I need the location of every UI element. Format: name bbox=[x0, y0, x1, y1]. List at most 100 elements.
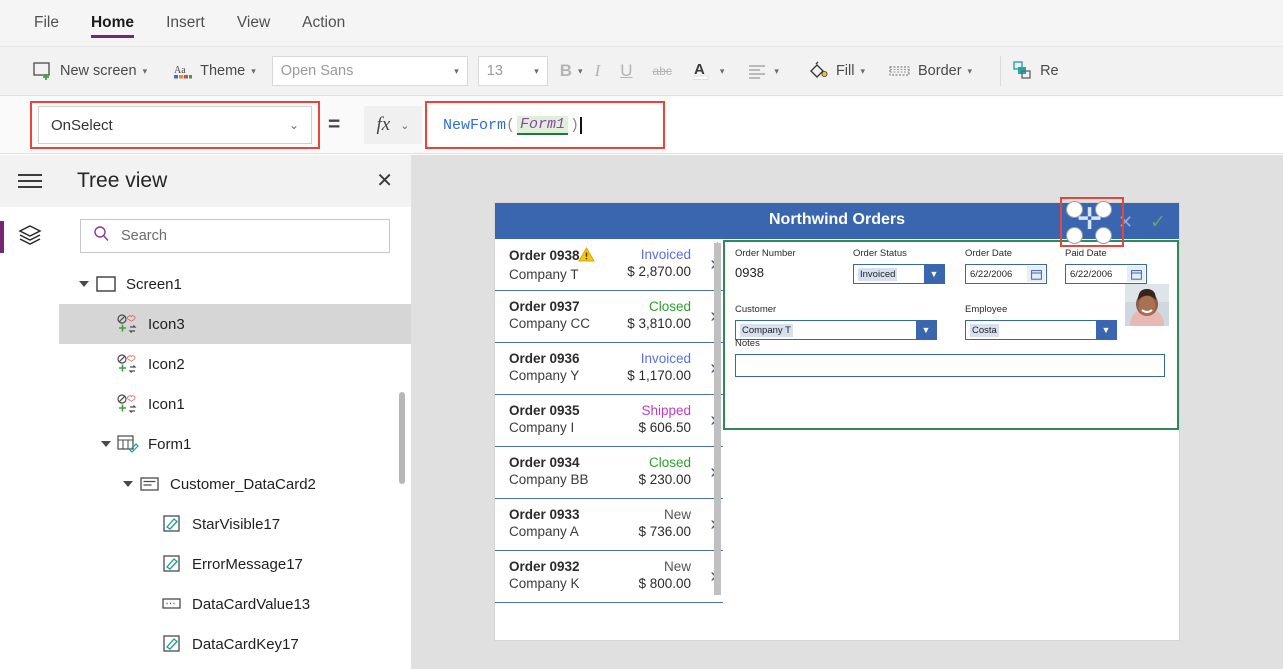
gallery-item[interactable]: Order 0935Company IShipped$ 606.50› bbox=[495, 395, 723, 447]
search-input[interactable]: Search bbox=[80, 219, 390, 253]
formula-bar-empty-area bbox=[665, 97, 1283, 153]
order-status-dropdown[interactable]: Invoiced ▼ bbox=[853, 264, 945, 284]
close-icon[interactable]: ✕ bbox=[376, 171, 393, 191]
order-amount: $ 736.00 bbox=[638, 524, 691, 539]
add-icon[interactable]: ✛ bbox=[1077, 205, 1102, 235]
formula-function-name: NewForm bbox=[443, 117, 506, 134]
tree-item-datacardkey17[interactable]: DataCardKey17 bbox=[59, 624, 411, 664]
tree-item-icon1[interactable]: Icon1 bbox=[59, 384, 411, 424]
tree-item-label: StarVisible17 bbox=[192, 516, 280, 533]
expand-collapse-icon[interactable] bbox=[119, 481, 137, 487]
hamburger-menu-button[interactable] bbox=[0, 155, 59, 207]
font-size-value: 13 bbox=[487, 63, 503, 79]
textinput-icon bbox=[159, 598, 185, 610]
order-number-value: 0938 bbox=[735, 265, 764, 280]
expand-collapse-icon[interactable] bbox=[97, 441, 115, 447]
checkmark-icon[interactable]: ✓ bbox=[1150, 211, 1166, 234]
customer-dropdown[interactable]: Company T ▼ bbox=[735, 320, 937, 340]
datacard-icon bbox=[137, 476, 163, 492]
tree-item-screen1[interactable]: Screen1 bbox=[59, 264, 411, 304]
border-button[interactable]: Border ▾ bbox=[889, 63, 972, 79]
chevron-down-icon: ▾ bbox=[968, 66, 973, 77]
align-button[interactable]: ▾ bbox=[748, 63, 779, 79]
search-icon bbox=[93, 225, 110, 247]
tree-item-icon3[interactable]: Icon3 bbox=[59, 304, 411, 344]
font-size-select[interactable]: 13 ▾ bbox=[478, 56, 548, 86]
equals-sign: = bbox=[328, 113, 340, 137]
tree-list: Screen1Icon3Icon2Icon1Form1Customer_Data… bbox=[59, 264, 411, 664]
order-status-text: Invoiced bbox=[627, 247, 691, 262]
notes-input[interactable] bbox=[735, 354, 1165, 377]
underline-button[interactable]: U bbox=[620, 61, 632, 81]
bold-button[interactable]: B ▾ bbox=[560, 61, 583, 81]
calendar-icon bbox=[1027, 266, 1045, 282]
order-amount: $ 606.50 bbox=[638, 420, 691, 435]
gallery-item[interactable]: Order 0937Company CCClosed$ 3,810.00› bbox=[495, 291, 723, 343]
calendar-icon bbox=[1127, 266, 1145, 282]
label-edit-icon bbox=[159, 555, 185, 573]
order-date-label: Order Date bbox=[965, 248, 1012, 259]
chevron-down-icon: ▼ bbox=[924, 265, 944, 283]
order-status-text: Invoiced bbox=[627, 351, 691, 366]
new-screen-icon bbox=[33, 62, 53, 80]
font-color-button[interactable]: A ▾ bbox=[692, 59, 725, 83]
gallery-item[interactable]: Order 0932Company KNew$ 800.00› bbox=[495, 551, 723, 603]
property-select[interactable]: OnSelect ⌄ bbox=[38, 106, 312, 144]
tree-scrollbar[interactable] bbox=[399, 392, 405, 484]
ribbon-divider bbox=[1000, 56, 1001, 86]
italic-button[interactable]: I bbox=[595, 61, 601, 81]
theme-button[interactable]: Aa Theme ▾ bbox=[173, 62, 256, 80]
fill-button[interactable]: Fill ▾ bbox=[807, 60, 865, 82]
fx-button[interactable]: fx ⌄ bbox=[364, 106, 422, 144]
tree-item-starvisible17[interactable]: StarVisible17 bbox=[59, 504, 411, 544]
gallery-item[interactable]: Order 0936Company YInvoiced$ 1,170.00› bbox=[495, 343, 723, 395]
chevron-down-icon: ▼ bbox=[1096, 321, 1116, 339]
power-apps-studio: File Home Insert View Action New screen … bbox=[0, 0, 1283, 669]
tree-item-label: DataCardValue13 bbox=[192, 596, 310, 613]
tree-item-form1[interactable]: Form1 bbox=[59, 424, 411, 464]
border-icon bbox=[889, 63, 911, 79]
strikethrough-button[interactable]: abc bbox=[653, 64, 672, 78]
order-amount: $ 1,170.00 bbox=[627, 368, 691, 383]
order-status-text: New bbox=[638, 507, 691, 522]
tree-item-customer_datacard2[interactable]: Customer_DataCard2 bbox=[59, 464, 411, 504]
ribbon-toolbar: New screen ▾ Aa Theme ▾ Open Sans ▾ 13 ▾… bbox=[0, 47, 1283, 96]
chevron-down-icon: ▾ bbox=[860, 66, 865, 77]
formula-identifier: Form1 bbox=[517, 116, 568, 135]
font-family-select[interactable]: Open Sans ▾ bbox=[272, 56, 468, 86]
employee-dropdown[interactable]: Costa ▼ bbox=[965, 320, 1117, 340]
menu-item-insert[interactable]: Insert bbox=[166, 0, 205, 46]
gallery-item-right: Closed$ 3,810.00 bbox=[627, 299, 691, 331]
menu-item-home[interactable]: Home bbox=[91, 0, 134, 46]
order-date-picker[interactable]: 6/22/2006 bbox=[965, 264, 1047, 284]
chevron-down-icon: ▾ bbox=[534, 66, 539, 77]
menu-item-view[interactable]: View bbox=[237, 0, 270, 46]
reorder-button[interactable]: Re bbox=[1013, 61, 1059, 81]
gallery-item[interactable]: Order 0933Company ANew$ 736.00› bbox=[495, 499, 723, 551]
employee-photo bbox=[1125, 284, 1169, 326]
layers-icon bbox=[17, 223, 43, 252]
tree-item-errormessage17[interactable]: ErrorMessage17 bbox=[59, 544, 411, 584]
menu-item-action[interactable]: Action bbox=[302, 0, 345, 46]
tree-item-icon2[interactable]: Icon2 bbox=[59, 344, 411, 384]
formula-input[interactable]: NewForm(Form1) bbox=[429, 105, 661, 145]
gallery-item[interactable]: Order 0934Company BBClosed$ 230.00› bbox=[495, 447, 723, 499]
chevron-down-icon: ▾ bbox=[143, 66, 148, 77]
rail-item-tree-view[interactable] bbox=[0, 207, 59, 267]
expand-collapse-icon[interactable] bbox=[75, 281, 93, 287]
order-amount: $ 3,810.00 bbox=[627, 316, 691, 331]
label-edit-icon bbox=[159, 515, 185, 533]
gallery-item[interactable]: Order 0938Company TInvoiced$ 2,870.00› bbox=[495, 239, 723, 291]
menu-item-file[interactable]: File bbox=[34, 0, 59, 46]
chevron-down-icon: ▼ bbox=[916, 321, 936, 339]
paid-date-picker[interactable]: 6/22/2006 bbox=[1065, 264, 1147, 284]
gallery-scrollbar[interactable] bbox=[714, 243, 721, 595]
customer-label: Customer bbox=[735, 304, 776, 315]
gallery-item-right: Invoiced $ 1,170.00 bbox=[627, 351, 691, 383]
tree-item-datacardvalue13[interactable]: DataCardValue13 bbox=[59, 584, 411, 624]
left-rail bbox=[0, 155, 59, 669]
search-row: Search bbox=[59, 207, 411, 264]
orders-gallery[interactable]: Order 0938Company TInvoiced$ 2,870.00›Or… bbox=[495, 239, 723, 640]
new-screen-button[interactable]: New screen ▾ bbox=[33, 62, 147, 80]
order-status-text: Shipped bbox=[638, 403, 691, 418]
